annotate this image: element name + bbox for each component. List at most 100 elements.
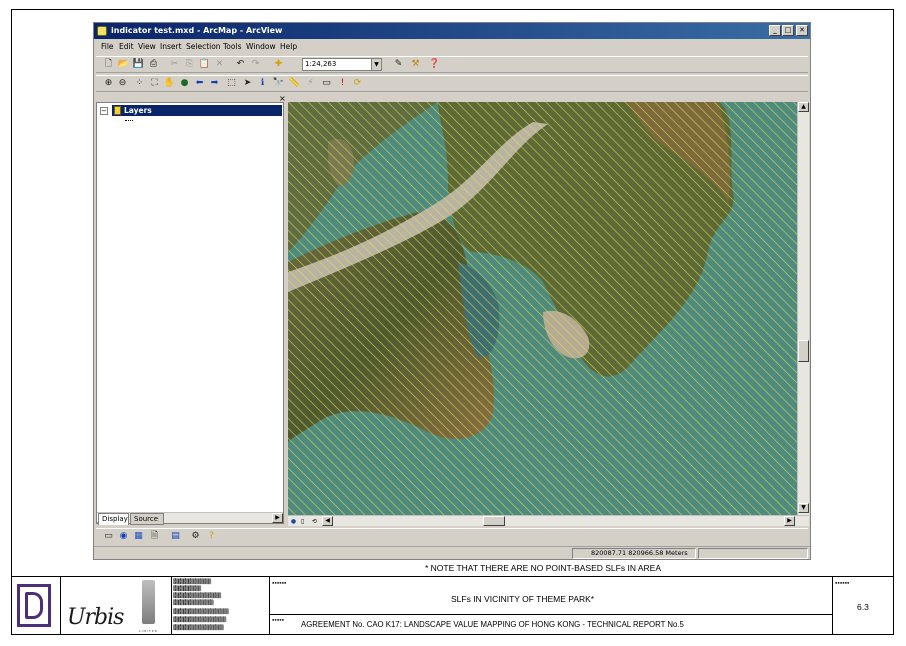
chevron-down-icon[interactable]: ▼ <box>371 59 381 70</box>
globe-icon[interactable]: ◉ <box>117 530 130 543</box>
scroll-right-icon[interactable]: ▶ <box>272 513 283 523</box>
vertical-scroll-thumb[interactable] <box>798 340 809 362</box>
draw-toolbar: ▭ ◉ ▦ 🗎 ▤ ⚙ ? <box>96 528 808 544</box>
menu-window[interactable]: Window <box>246 40 276 54</box>
logo-mark <box>25 592 43 619</box>
status-cell-empty <box>698 548 808 559</box>
open-icon[interactable]: 📂 <box>117 58 130 71</box>
fixed-zoom-in-icon[interactable]: ⁘ <box>133 77 146 90</box>
map-vertical-scrollbar[interactable]: ▲ ▼ <box>797 102 809 515</box>
scroll-left-icon[interactable]: ◀ <box>322 516 333 526</box>
note-label: * NOTE THAT THERE ARE NO POINT-BASED SLF… <box>424 563 661 573</box>
table-icon[interactable]: ▤ <box>169 530 182 543</box>
arcmap-window: indicator test.mxd - ArcMap - ArcView _ … <box>93 22 811 560</box>
full-extent-icon[interactable]: ● <box>178 77 191 90</box>
layers-frame-item[interactable]: Layers <box>112 105 282 116</box>
small-label: ▪▪▪▪▪▪ <box>272 580 287 585</box>
back-icon[interactable]: ⬅ <box>193 77 206 90</box>
title-block: Urbis LIMITED ▒▒▒▒▒▒▒▒▒▒▒▒▒▒▒ ▒▒▒▒▒▒▒▒▒▒… <box>11 576 894 635</box>
close-button[interactable]: ✕ <box>796 25 808 36</box>
note-text: * NOTE THAT THERE ARE NO POINT-BASED SLF… <box>0 563 906 573</box>
tree-connector <box>125 120 133 121</box>
menu-file[interactable]: File <box>101 40 114 54</box>
hyperlink-icon[interactable]: ⚡ <box>304 77 317 90</box>
title-bar[interactable]: indicator test.mxd - ArcMap - ArcView _ … <box>94 23 810 39</box>
map-imagery <box>288 102 797 515</box>
title-block-divider <box>171 577 172 635</box>
layout-icon[interactable]: ▦ <box>132 530 145 543</box>
toc-close-icon[interactable]: × <box>279 94 286 103</box>
zoom-in-icon[interactable]: ⊕ <box>102 77 115 90</box>
wordmark-subtitle: LIMITED <box>139 629 159 633</box>
zoom-out-icon[interactable]: ⊖ <box>116 77 129 90</box>
layers-label: Layers <box>124 106 152 115</box>
scroll-up-icon[interactable]: ▲ <box>798 102 809 112</box>
data-view-icon[interactable]: ● <box>289 517 298 526</box>
save-icon[interactable]: 💾 <box>132 58 145 71</box>
signature-scribble: ▒▒▒▒▒▒▒▒▒▒▒▒▒▒▒ <box>173 579 211 585</box>
horizontal-scroll-thumb[interactable] <box>483 516 505 526</box>
small-label: ▪▪▪▪▪ <box>272 617 285 622</box>
maximize-button[interactable]: □ <box>782 25 794 36</box>
coordinates-readout: 820087.71 820966.58 Meters <box>572 548 696 559</box>
refresh-view-icon[interactable]: ⟲ <box>310 517 319 526</box>
select-features-icon[interactable]: ⬚ <box>225 77 238 90</box>
agreement-text: AGREEMENT No. CAO K17: LANDSCAPE VALUE M… <box>301 620 684 629</box>
tab-display[interactable]: Display <box>98 513 129 525</box>
layout-view-icon[interactable]: ▯ <box>298 517 307 526</box>
title-block-divider <box>269 577 270 635</box>
help-icon[interactable]: ? <box>205 530 218 543</box>
copy-icon[interactable]: ⎘ <box>183 58 196 71</box>
add-data-icon[interactable]: ✚ <box>272 58 285 71</box>
rectangle-icon[interactable]: ▭ <box>102 530 115 543</box>
map-view[interactable] <box>288 102 797 515</box>
page-icon[interactable]: 🗎 <box>148 530 161 543</box>
cut-icon[interactable]: ✂ <box>168 58 181 71</box>
title-block-divider <box>60 577 61 635</box>
refresh-icon[interactable]: ⟳ <box>351 77 364 90</box>
editor-icon[interactable]: ✎ <box>392 58 405 71</box>
map-scale-value: 1:24,263 <box>305 60 337 68</box>
delete-icon[interactable]: ✕ <box>213 58 226 71</box>
menu-edit[interactable]: Edit <box>119 40 134 54</box>
urbis-wordmark: Urbis <box>67 605 124 630</box>
arcmap-app-icon <box>97 26 107 36</box>
scroll-right-icon[interactable]: ▶ <box>784 516 795 526</box>
status-bar: 820087.71 820966.58 Meters <box>94 546 810 559</box>
go-to-xy-icon[interactable]: ▭ <box>320 77 333 90</box>
fixed-zoom-out-icon[interactable]: ⛶ <box>148 77 161 90</box>
window-title: indicator test.mxd - ArcMap - ArcView <box>111 26 283 35</box>
undo-icon[interactable]: ↶ <box>234 58 247 71</box>
menu-selection[interactable]: Selection <box>186 40 221 54</box>
alert-icon[interactable]: ! <box>336 77 349 90</box>
signature-scribble: ▒▒▒▒▒▒▒▒▒▒▒▒▒▒▒▒▒▒▒▒ <box>173 625 224 631</box>
collapse-icon[interactable]: − <box>100 107 108 115</box>
find-icon[interactable]: 🔭 <box>272 77 285 90</box>
menu-insert[interactable]: Insert <box>160 40 182 54</box>
drawing-title: SLFs IN VICINITY OF THEME PARK* <box>451 594 595 604</box>
paste-icon[interactable]: 📋 <box>198 58 211 71</box>
forward-icon[interactable]: ➡ <box>208 77 221 90</box>
signature-scribble: ▒▒▒▒▒▒▒▒▒▒▒▒▒▒▒▒▒▒▒▒▒ <box>173 617 226 623</box>
arctoolbox-icon[interactable]: ⚒ <box>409 58 422 71</box>
identify-icon[interactable]: ℹ <box>256 77 269 90</box>
properties-icon[interactable]: ⚙ <box>189 530 202 543</box>
signature-scribble: ▒▒▒▒▒▒▒▒▒▒▒ <box>173 586 201 592</box>
new-icon[interactable]: 🗋 <box>102 58 115 71</box>
menu-help[interactable]: Help <box>280 40 297 54</box>
tab-source[interactable]: Source <box>130 513 164 525</box>
scroll-down-icon[interactable]: ▼ <box>798 503 809 513</box>
measure-icon[interactable]: 📏 <box>288 77 301 90</box>
print-icon[interactable]: ⎙ <box>147 58 160 71</box>
signature-scribble: ▒▒▒▒▒▒▒▒▒▒▒▒▒▒▒▒ <box>173 600 214 606</box>
select-elements-icon[interactable]: ➤ <box>241 77 254 90</box>
standard-toolbar: 🗋 📂 💾 ⎙ ✂ ⎘ 📋 ✕ ↶ ↷ ✚ 1:24,263 ▼ ✎ ⚒ ❓ <box>96 56 808 73</box>
pan-icon[interactable]: ✋ <box>163 77 176 90</box>
whats-this-icon[interactable]: ❓ <box>428 58 441 71</box>
minimize-button[interactable]: _ <box>769 25 781 36</box>
menu-view[interactable]: View <box>138 40 156 54</box>
map-scale-combo[interactable]: 1:24,263 ▼ <box>302 58 382 71</box>
title-block-divider <box>832 577 833 635</box>
redo-icon[interactable]: ↷ <box>249 58 262 71</box>
menu-tools[interactable]: Tools <box>223 40 241 54</box>
